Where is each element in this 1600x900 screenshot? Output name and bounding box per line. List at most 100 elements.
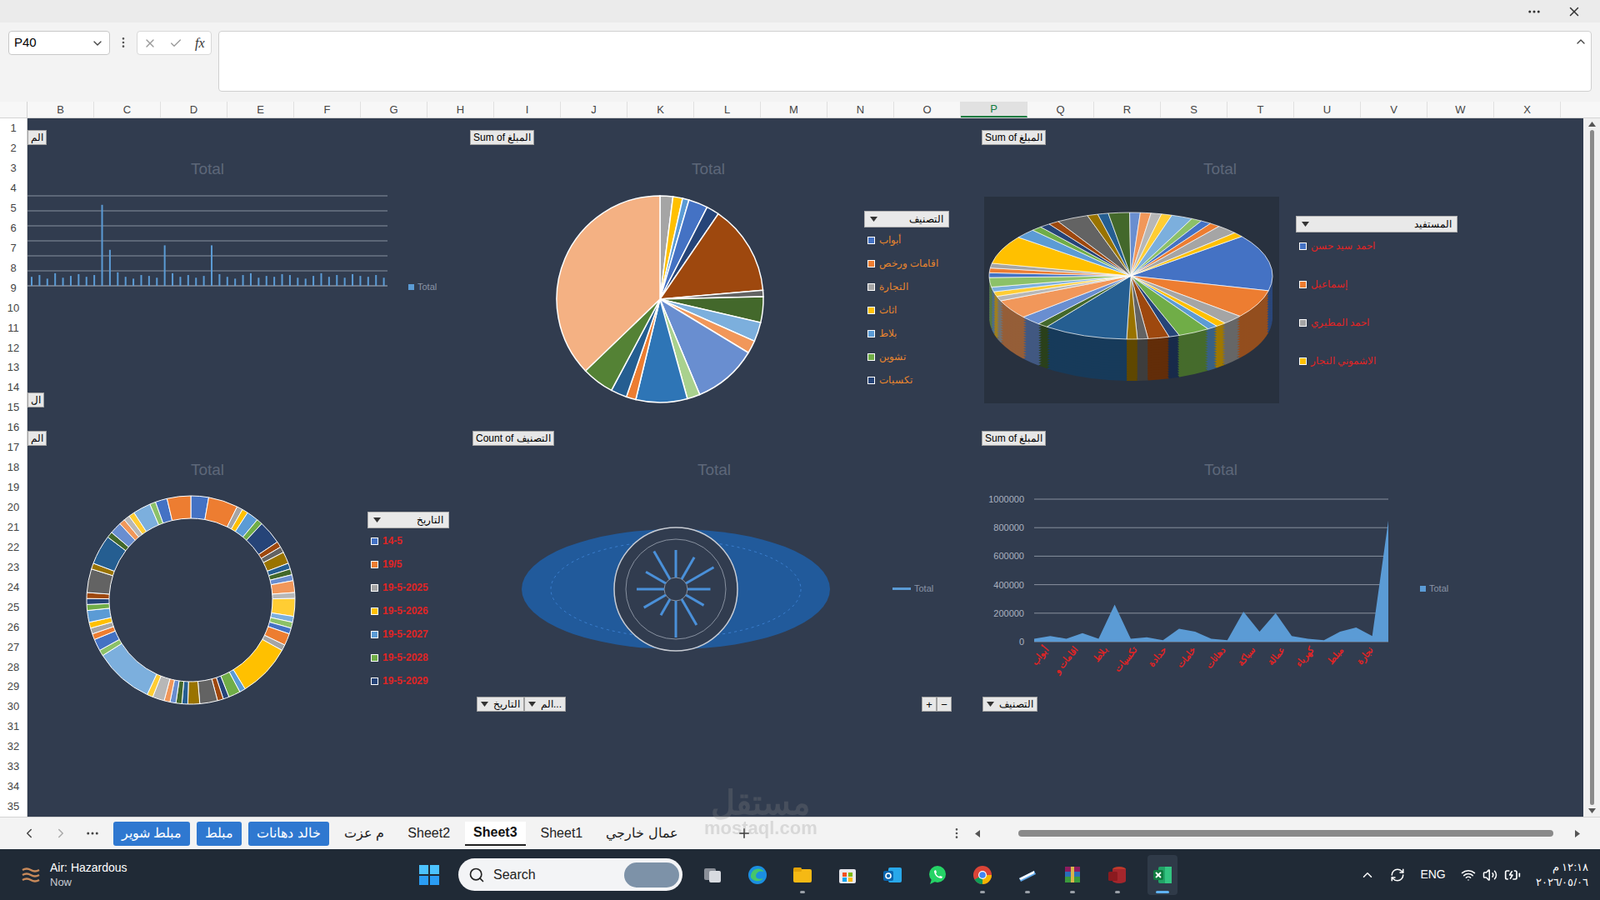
column-header[interactable]: N <box>827 101 895 118</box>
legend-item[interactable]: الاشموني النجار <box>1299 349 1376 373</box>
legend-filter[interactable]: التصنيف <box>864 210 950 228</box>
legend-filter[interactable]: التاريخ <box>367 511 450 529</box>
taskbar-app[interactable] <box>1147 855 1178 895</box>
row-header[interactable]: 31 <box>0 716 27 737</box>
more-sheets-icon[interactable] <box>85 825 100 841</box>
sheet-tab[interactable]: عمال خارجي <box>597 821 686 846</box>
row-header[interactable]: 32 <box>0 736 27 757</box>
column-header[interactable]: V <box>1360 101 1428 118</box>
column-header[interactable]: H <box>427 101 495 118</box>
sheet-tab[interactable]: مبلط <box>196 821 242 846</box>
legend-item[interactable]: تكسيات <box>867 368 939 392</box>
row-header[interactable]: 14 <box>0 377 27 398</box>
row-header[interactable]: 35 <box>0 796 27 817</box>
row-header[interactable]: 3 <box>0 158 27 179</box>
row-header[interactable]: 27 <box>0 636 27 657</box>
field-button[interactable]: الم... <box>524 696 566 712</box>
wifi-icon[interactable] <box>1460 867 1476 883</box>
taskbar-app[interactable] <box>832 855 863 895</box>
legend-item[interactable]: اقامات ورخص <box>867 251 939 275</box>
field-button[interactable]: Sum of المبلغ <box>470 130 535 145</box>
row-header[interactable]: 17 <box>0 437 27 458</box>
row-header[interactable]: 26 <box>0 616 27 637</box>
row-header[interactable]: 24 <box>0 577 27 598</box>
legend-item[interactable]: احمد المطيري <box>1299 310 1376 335</box>
area-chart[interactable]: Sum of المبلغTotal1000000800000600000400… <box>977 428 1463 715</box>
collapse-icon[interactable] <box>1574 35 1588 49</box>
taskbar-app[interactable] <box>787 855 818 895</box>
radar-chart[interactable]: Count of التصنيفTotalTotalالتاريخالم...+… <box>469 428 955 715</box>
column-header[interactable]: J <box>560 101 628 118</box>
column-header[interactable]: Q <box>1027 101 1095 118</box>
tabs-options-icon[interactable] <box>950 826 964 840</box>
sheet-tab[interactable]: Sheet3 <box>465 821 525 846</box>
scroll-thumb[interactable] <box>1590 130 1595 805</box>
cancel-icon[interactable] <box>143 36 157 50</box>
row-header[interactable]: 18 <box>0 457 27 478</box>
legend-item[interactable]: احمد سيد حسن <box>1299 234 1376 258</box>
row-header[interactable]: 4 <box>0 178 27 199</box>
column-header[interactable]: M <box>760 101 828 118</box>
row-header[interactable]: 21 <box>0 517 27 538</box>
column-header[interactable]: L <box>694 101 761 118</box>
legend-item[interactable]: 19/5 <box>370 552 429 576</box>
expand-button[interactable]: + <box>921 696 937 712</box>
legend-item[interactable]: التجارة <box>867 275 939 299</box>
row-header[interactable]: 8 <box>0 258 27 279</box>
collapse-button[interactable]: − <box>936 696 952 712</box>
column-header[interactable]: C <box>94 101 161 118</box>
close-icon[interactable] <box>1566 4 1582 20</box>
windows-logo-icon[interactable] <box>418 864 440 886</box>
field-button[interactable]: ال <box>27 392 45 408</box>
row-header[interactable]: 28 <box>0 656 27 677</box>
more-vertical-icon[interactable] <box>116 35 130 50</box>
bar-chart[interactable]: المTotalTotalال <box>27 127 461 409</box>
scroll-right-icon[interactable] <box>1575 830 1580 838</box>
row-header[interactable]: 15 <box>0 397 27 418</box>
scroll-thumb[interactable] <box>1018 830 1554 837</box>
field-button[interactable]: الم <box>27 130 47 145</box>
column-header[interactable]: S <box>1160 101 1228 118</box>
column-header[interactable]: U <box>1294 101 1361 118</box>
next-sheet-icon[interactable] <box>53 825 69 841</box>
column-header[interactable]: I <box>494 101 561 118</box>
row-header[interactable]: 13 <box>0 357 27 378</box>
legend-item[interactable]: 19-5-2028 <box>370 645 429 670</box>
function-button[interactable]: fx <box>195 33 205 54</box>
legend-item[interactable]: بلاط <box>867 321 939 345</box>
scroll-up-icon[interactable] <box>1588 121 1596 127</box>
language-indicator[interactable]: ENG <box>1420 865 1445 884</box>
row-header[interactable]: 20 <box>0 497 27 518</box>
legend-item[interactable]: 19-5-2025 <box>370 575 429 600</box>
field-button[interactable]: Sum of المبلغ <box>981 430 1046 446</box>
taskbar-app[interactable] <box>877 855 908 895</box>
legend-item[interactable]: تشوين <box>867 345 939 369</box>
column-header[interactable]: P <box>960 101 1028 118</box>
column-header[interactable]: W <box>1427 101 1495 118</box>
legend-item[interactable]: 19-5-2029 <box>370 669 429 693</box>
horizontal-scrollbar[interactable] <box>975 829 1580 838</box>
legend-item[interactable]: اثاث <box>867 298 939 322</box>
clock[interactable]: ١٢:١٨ م٢٠٢٦/٠٥/٠٦ <box>1535 860 1589 890</box>
search-box[interactable]: Search <box>458 858 683 891</box>
formula-input[interactable] <box>218 30 1592 92</box>
legend-item[interactable]: 19-5-2027 <box>370 622 429 646</box>
legend-item[interactable]: 14-5 <box>370 529 429 553</box>
select-all[interactable] <box>0 101 28 118</box>
row-header[interactable]: 9 <box>0 278 27 299</box>
taskbar-app[interactable] <box>967 855 998 895</box>
sheet-tab[interactable]: Sheet2 <box>399 821 459 846</box>
taskbar-app[interactable] <box>697 855 728 895</box>
column-header[interactable]: E <box>227 101 295 118</box>
column-header[interactable]: X <box>1494 101 1561 118</box>
row-header[interactable]: 10 <box>0 297 27 318</box>
sync-icon[interactable] <box>1390 867 1405 883</box>
legend-item[interactable]: أبواب <box>867 228 939 252</box>
row-header[interactable]: 2 <box>0 138 27 159</box>
vertical-scrollbar[interactable] <box>1583 118 1600 817</box>
field-button[interactable]: التاريخ <box>476 696 525 712</box>
sheet-tab[interactable]: Sheet1 <box>532 821 592 846</box>
pie-chart[interactable]: Sum of المبلغTotalالتصنيفأبواباقامات ورخ… <box>469 127 955 409</box>
field-button[interactable]: التصنيف <box>982 696 1038 712</box>
add-sheet-icon[interactable] <box>736 825 752 841</box>
